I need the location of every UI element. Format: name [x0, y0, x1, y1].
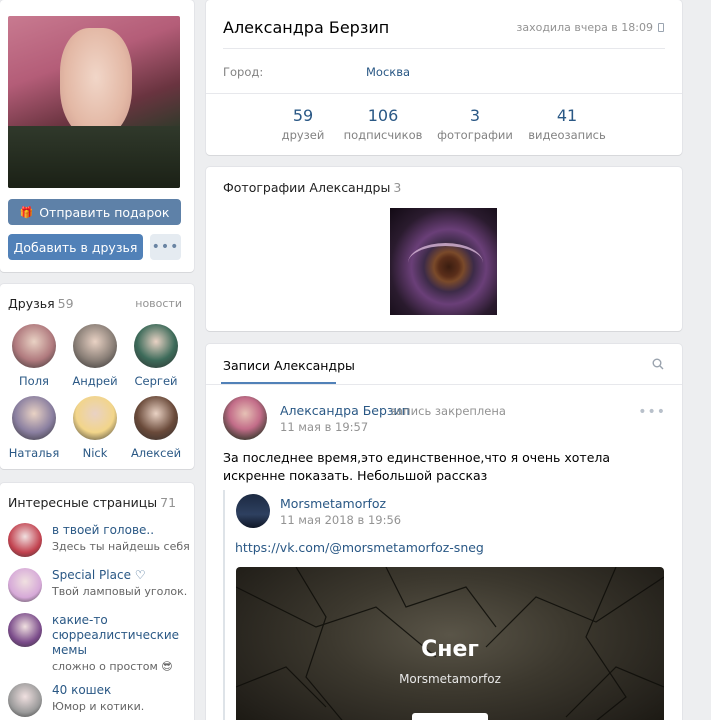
friend-name[interactable]: Алексей	[126, 446, 186, 460]
city-label: Город:	[223, 65, 264, 79]
friend-avatar[interactable]	[73, 324, 117, 368]
more-actions-button[interactable]: •••	[150, 234, 181, 260]
send-gift-button[interactable]: 🎁 Отправить подарок	[8, 199, 181, 225]
online-status-text: заходила вчера в 18:09	[516, 21, 653, 34]
profile-stat[interactable]: 59 друзей	[258, 106, 348, 142]
wall-block: Записи Александры Александра Берзип запи…	[206, 344, 682, 720]
repost-link[interactable]: https://vk.com/@morsmetamorfoz-sneg	[235, 540, 484, 555]
avatar-shirt	[8, 126, 180, 188]
friend-avatar[interactable]	[73, 396, 117, 440]
profile-stat[interactable]: 106 подписчиков	[338, 106, 428, 142]
article-title: Снег	[421, 637, 479, 662]
profile-stat[interactable]: 41 видеозапись	[522, 106, 612, 142]
friends-block: Друзья 59 новости Поля Андрей Сергей Наталья…	[0, 284, 194, 469]
photo-thumbnail[interactable]	[390, 208, 497, 315]
friend-item[interactable]: Андрей	[65, 324, 125, 388]
post-date[interactable]: 11 мая в 19:57	[280, 420, 368, 434]
friend-item[interactable]: Наталья	[4, 396, 64, 460]
page-title: Александра Берзип	[223, 18, 390, 37]
friend-name[interactable]: Наталья	[4, 446, 64, 460]
page-avatar[interactable]	[8, 523, 42, 557]
page-avatar[interactable]	[8, 568, 42, 602]
repost-date[interactable]: 11 мая 2018 в 19:56	[280, 513, 401, 527]
tab-wall-posts[interactable]: Записи Александры	[223, 358, 355, 373]
friends-header[interactable]: Друзья 59	[8, 296, 74, 311]
friend-item[interactable]: Сергей	[126, 324, 186, 388]
phone-icon	[658, 23, 664, 32]
send-gift-label: Отправить подарок	[39, 204, 170, 220]
divider	[206, 93, 682, 94]
friend-name[interactable]: Nick	[65, 446, 125, 460]
interesting-pages-block: Интересные страницы 71 в твоей голове.. Зд…	[0, 483, 194, 720]
repost-border	[223, 490, 225, 720]
page-title-link[interactable]: Special Place ♡	[52, 568, 188, 583]
stat-label: видеозапись	[528, 128, 606, 142]
pages-title: Интересные страницы	[8, 495, 158, 510]
page-avatar[interactable]	[8, 683, 42, 717]
friend-avatar[interactable]	[12, 396, 56, 440]
stat-value: 3	[469, 106, 481, 125]
photo-eye-detail	[408, 243, 483, 283]
article-card[interactable]: Снег Morsmetamorfoz	[236, 567, 664, 720]
page-subtitle: Твой ламповый уголок.	[52, 585, 188, 598]
photos-title: Фотографии Александры	[223, 180, 391, 195]
pages-count: 71	[160, 495, 177, 510]
friend-avatar[interactable]	[12, 324, 56, 368]
article-author: Morsmetamorfoz	[399, 672, 501, 686]
friends-count: 59	[57, 296, 74, 311]
page-subtitle: Юмор и котики.	[52, 700, 145, 713]
avatar-face	[60, 28, 132, 138]
stat-label: друзей	[281, 128, 325, 142]
friend-name[interactable]: Сергей	[126, 374, 186, 388]
friend-name[interactable]: Поля	[4, 374, 64, 388]
repost-author-name[interactable]: Morsmetamorfoz	[280, 496, 386, 511]
page-avatar[interactable]	[8, 613, 42, 647]
stat-value: 59	[292, 106, 314, 125]
repost-author-avatar[interactable]	[236, 494, 270, 528]
page-title-link[interactable]: 40 кошек	[52, 683, 188, 698]
friend-item[interactable]: Алексей	[126, 396, 186, 460]
profile-info-card: Александра Берзип заходила вчера в 18:09…	[206, 0, 682, 155]
post-pinned-label: запись закреплена	[390, 404, 506, 418]
stat-label: подписчиков	[343, 128, 423, 142]
page-title-link[interactable]: в твоей голове..	[52, 523, 188, 538]
stat-value: 106	[367, 106, 399, 125]
add-friend-button[interactable]: Добавить в друзья	[8, 234, 143, 260]
profile-avatar[interactable]	[8, 16, 180, 188]
profile-stat[interactable]: 3 фотографии	[430, 106, 520, 142]
search-icon[interactable]	[652, 358, 664, 370]
stat-value: 41	[556, 106, 578, 125]
friend-avatar[interactable]	[134, 324, 178, 368]
divider	[206, 384, 682, 385]
photos-header[interactable]: Фотографии Александры 3	[223, 180, 401, 195]
divider	[223, 48, 665, 49]
gift-icon: 🎁	[19, 205, 34, 219]
page-subtitle: Здесь ты найдешь себя	[52, 540, 190, 553]
friend-name[interactable]: Андрей	[65, 374, 125, 388]
pages-header[interactable]: Интересные страницы 71	[8, 495, 176, 510]
friends-news-link[interactable]: новости	[135, 297, 182, 310]
friends-title: Друзья	[8, 296, 55, 311]
friend-item[interactable]: Nick	[65, 396, 125, 460]
photos-block: Фотографии Александры 3	[206, 167, 682, 331]
stat-label: фотографии	[437, 128, 513, 142]
post-text: За последнее время,это единственное,что …	[223, 450, 611, 483]
friend-item[interactable]: Поля	[4, 324, 64, 388]
avatar-card: 🎁 Отправить подарок Добавить в друзья ••…	[0, 0, 194, 272]
city-value[interactable]: Москва	[366, 65, 410, 79]
friend-avatar[interactable]	[134, 396, 178, 440]
page-subtitle: сложно о простом 😎	[52, 660, 173, 673]
photos-count: 3	[393, 180, 402, 195]
page-title-link[interactable]: какие-то сюрреалистические мемы	[52, 613, 188, 658]
online-status: заходила вчера в 18:09	[516, 21, 664, 34]
post-more-button[interactable]: •••	[638, 404, 666, 420]
post-author-avatar[interactable]	[223, 396, 267, 440]
article-read-button[interactable]	[412, 713, 488, 720]
